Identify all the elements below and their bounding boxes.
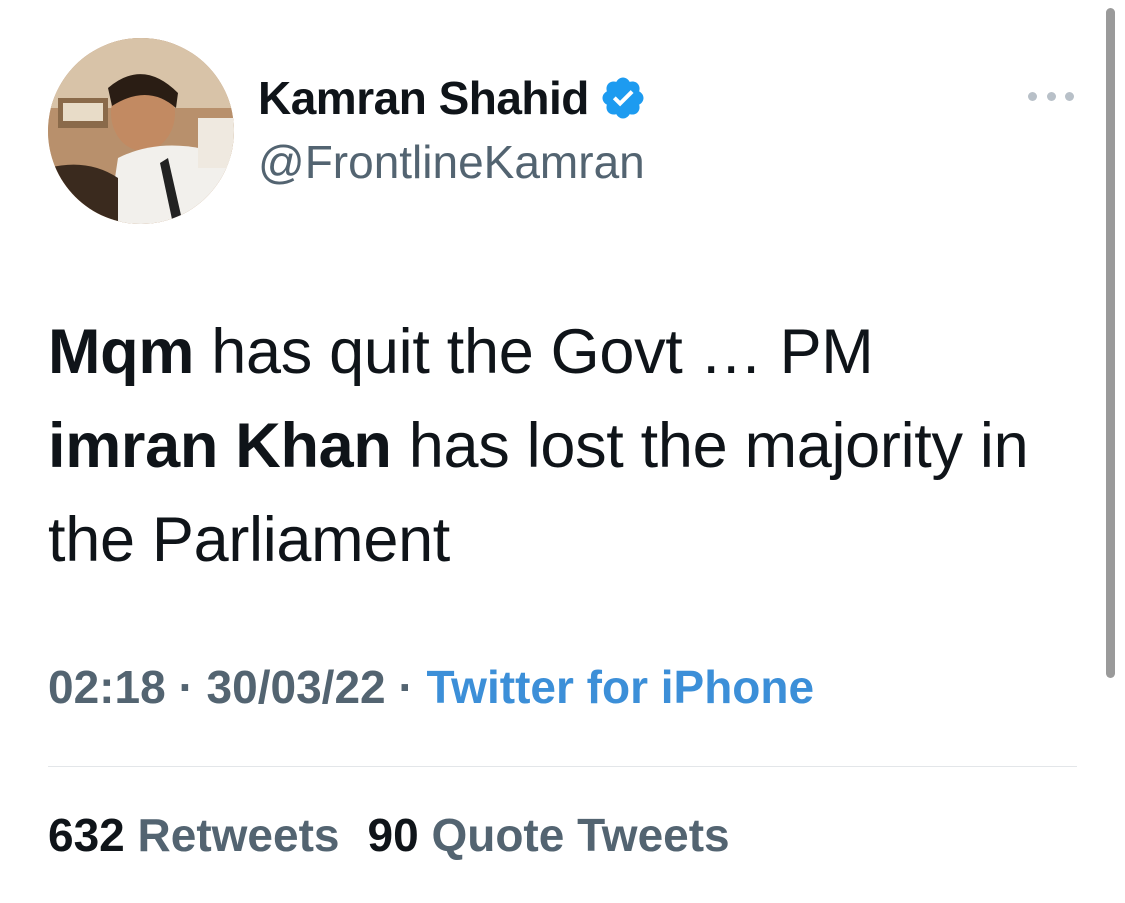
meta-separator: ·	[178, 661, 194, 713]
retweets-count: 632	[48, 809, 125, 861]
tweet-meta: 02:18 · 30/03/22 · Twitter for iPhone	[48, 660, 814, 714]
tweet-date[interactable]: 30/03/22	[207, 661, 386, 713]
avatar[interactable]	[48, 38, 234, 224]
verified-badge-icon	[599, 74, 647, 122]
tweet-detail: Kamran Shahid @FrontlineKamran Mqm has q…	[0, 0, 1125, 903]
tweet-text: Mqm has quit the Govt … PM imran Khan ha…	[48, 305, 1058, 587]
scrollbar[interactable]	[1106, 8, 1115, 678]
tweet-stats: 632 Retweets 90 Quote Tweets	[48, 808, 730, 862]
quotes-count: 90	[367, 809, 419, 861]
meta-separator: ·	[398, 661, 414, 713]
author-handle[interactable]: @FrontlineKamran	[258, 135, 645, 189]
author-name-row[interactable]: Kamran Shahid	[258, 70, 647, 126]
author-display-name[interactable]: Kamran Shahid	[258, 71, 589, 125]
tweet-time[interactable]: 02:18	[48, 661, 166, 713]
avatar-photo-icon	[48, 38, 234, 224]
more-options-icon[interactable]	[1028, 84, 1074, 108]
retweets-label: Retweets	[137, 809, 340, 861]
divider	[48, 766, 1077, 767]
quotes-label: Quote Tweets	[431, 809, 730, 861]
quote-tweets-stat[interactable]: 90 Quote Tweets	[368, 808, 730, 862]
tweet-text-segment: Mqm	[48, 317, 195, 387]
tweet-source-link[interactable]: Twitter for iPhone	[427, 661, 815, 713]
tweet-text-segment: has quit the Govt … PM	[194, 317, 874, 387]
tweet-text-segment: imran Khan	[48, 411, 392, 481]
retweets-stat[interactable]: 632 Retweets	[48, 808, 340, 862]
